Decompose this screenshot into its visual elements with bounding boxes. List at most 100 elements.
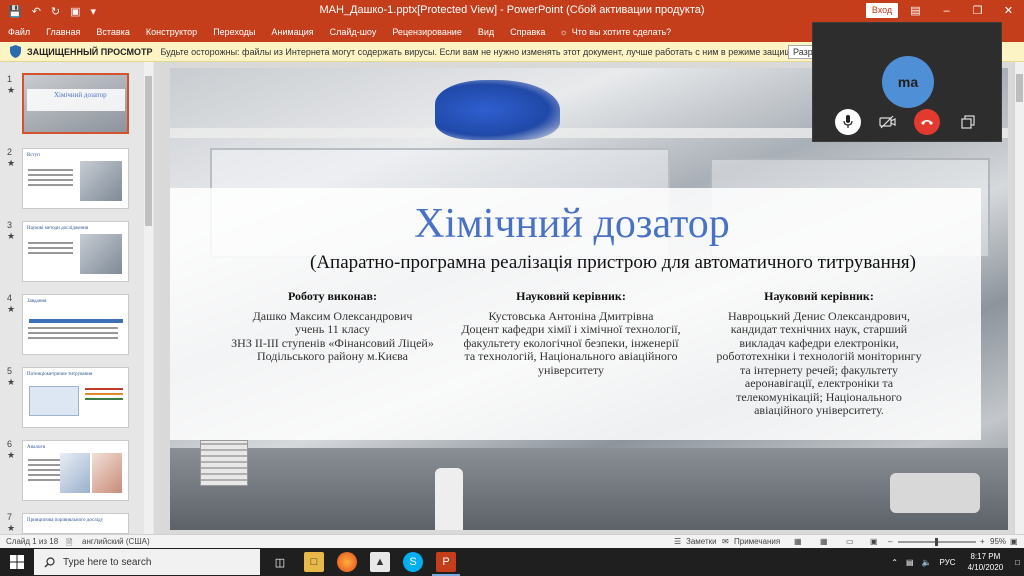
slide-thumbnail-7[interactable]: Принципова порівняльного досліду <box>22 513 129 534</box>
slide-title: Хімічний дозатор <box>414 201 730 247</box>
slide-thumbnail-6[interactable]: Аналоги <box>22 440 129 501</box>
lightbulb-icon: ☼ <box>559 27 568 37</box>
thumb-title: Наукові методи дослідження <box>27 226 89 231</box>
language-indicator[interactable]: английский (США) <box>82 537 150 546</box>
lab-photo-equipment <box>890 473 980 513</box>
slide-thumbnail-2[interactable]: Вступ <box>22 148 129 209</box>
thumb-number: 3 <box>7 220 13 230</box>
slide-sorter-icon[interactable]: ▦ <box>820 537 828 546</box>
title-bar: 💾 ↶ ↻ ▣ ▾ МАН_Дашко-1.pptx[Protected Vie… <box>0 0 1024 22</box>
zoom-level[interactable]: 95% <box>990 537 1006 546</box>
tell-me-search[interactable]: ☼ Что вы хотите сделать? <box>553 27 671 37</box>
firefox-icon[interactable] <box>337 552 357 572</box>
supervisor-line: телекомунікацій; Національного <box>736 389 902 404</box>
author-block: Роботу виконав: Дашко Максим Олександров… <box>225 289 440 364</box>
tab-design[interactable]: Конструктор <box>138 22 205 42</box>
share-screen-button[interactable] <box>955 109 981 135</box>
signin-button[interactable]: Вход <box>866 3 898 18</box>
animation-star-icon: ★ <box>7 158 16 168</box>
slide-thumbnail-4[interactable]: Завдання <box>22 294 129 355</box>
tab-transitions[interactable]: Переходы <box>205 22 263 42</box>
microphone-button[interactable] <box>835 109 861 135</box>
author-line: учень 11 класу <box>294 322 371 336</box>
fit-slide-icon[interactable]: ▣ <box>1010 537 1018 546</box>
avatar: ma <box>882 56 934 108</box>
slideshow-view-icon[interactable]: ▣ <box>870 537 878 546</box>
author-line: Дашко Максим Олександрович <box>252 308 413 323</box>
slide-scrollbar[interactable] <box>1014 62 1024 534</box>
start-slideshow-icon[interactable]: ▣ <box>70 5 80 18</box>
save-icon[interactable]: 💾 <box>8 5 22 18</box>
slide-thumbnail-1[interactable]: Хімічний дозатор <box>22 73 129 134</box>
tab-review[interactable]: Рецензирование <box>384 22 470 42</box>
thumb-title: Аналоги <box>27 445 46 450</box>
file-explorer-icon[interactable]: □ <box>304 552 324 572</box>
slide-subtitle: (Апаратно-програмна реалізація пристрою … <box>310 252 916 273</box>
thumb-title: Вступ <box>27 153 40 158</box>
slide-thumbnail-3[interactable]: Наукові методи дослідження <box>22 221 129 282</box>
powerpoint-icon[interactable]: P <box>436 552 456 572</box>
notes-button[interactable]: Заметки <box>686 537 717 546</box>
slide-thumbnail-5[interactable]: Потенціометричне титрування <box>22 367 129 428</box>
supervisor-line: Доцент кафедри хімії і хімічної технолог… <box>461 322 681 336</box>
supervisor-line: Навроцький Денис Олександрович, <box>727 308 910 323</box>
author-line: Подільського району м.Києва <box>256 349 409 363</box>
protected-view-title: ЗАЩИЩЕННЫЙ ПРОСМОТР <box>27 46 153 57</box>
lab-photo-counter <box>170 448 1008 530</box>
ribbon-display-icon[interactable]: ▤ <box>900 0 931 22</box>
normal-view-icon[interactable]: ▦ <box>794 537 802 546</box>
animation-star-icon: ★ <box>7 304 16 314</box>
undo-icon[interactable]: ↶ <box>32 5 41 18</box>
zoom-in-icon[interactable]: + <box>980 537 985 546</box>
close-button[interactable]: ✕ <box>993 0 1024 22</box>
zoom-out-icon[interactable]: – <box>888 537 892 546</box>
keyboard-language[interactable]: РУС <box>936 558 960 567</box>
notes-icon: ☰ <box>674 537 682 546</box>
thumb-title: Хімічний дозатор <box>54 91 107 99</box>
camera-off-button[interactable] <box>875 109 901 135</box>
end-call-button[interactable] <box>914 109 940 135</box>
supervisor-line: та інтернету речей; факультету <box>740 362 898 377</box>
skype-icon[interactable]: S <box>403 552 423 572</box>
status-bar: Слайд 1 из 18 🗎 английский (США) ☰ Замет… <box>0 534 1024 548</box>
tab-file[interactable]: Файл <box>0 22 38 42</box>
hang-up-icon <box>921 120 933 125</box>
network-icon[interactable]: ▤ <box>902 558 918 567</box>
thumb-number: 4 <box>7 293 13 303</box>
quick-access-toolbar: 💾 ↶ ↻ ▣ ▾ <box>0 5 150 18</box>
zoom-slider-handle[interactable] <box>935 538 938 546</box>
volume-icon[interactable]: 🔈 <box>918 558 936 567</box>
supervisor-heading: Науковий керівник: <box>516 289 626 303</box>
supervisor-block-2: Науковий керівник: Навроцький Денис Олек… <box>703 289 935 418</box>
customize-qa-icon[interactable]: ▾ <box>91 5 97 18</box>
redo-icon[interactable]: ↻ <box>51 5 60 18</box>
taskbar-search[interactable]: Type here to search <box>34 549 260 575</box>
thumbnail-scrollbar[interactable] <box>144 62 153 534</box>
tell-me-label: Что вы хотите сделать? <box>571 27 672 37</box>
tab-insert[interactable]: Вставка <box>88 22 137 42</box>
video-call-window[interactable]: ma <box>812 22 1002 142</box>
thumb-number: 6 <box>7 439 13 449</box>
photos-icon[interactable]: ▲ <box>370 552 390 572</box>
minimize-button[interactable]: – <box>931 0 962 22</box>
tab-home[interactable]: Главная <box>38 22 88 42</box>
chevron-up-icon[interactable]: ⌃ <box>887 558 902 567</box>
tab-animations[interactable]: Анимация <box>263 22 321 42</box>
tab-view[interactable]: Вид <box>470 22 502 42</box>
tab-help[interactable]: Справка <box>502 22 553 42</box>
slide-counter: Слайд 1 из 18 <box>6 537 59 546</box>
task-view-icon[interactable]: ◫ <box>270 552 290 572</box>
reading-view-icon[interactable]: ▭ <box>846 537 854 546</box>
supervisor-line: університету <box>537 362 605 377</box>
supervisor-line: факультету екологічної безпеки, інженері… <box>463 335 679 350</box>
clock[interactable]: 8:17 PM 4/10/2020 <box>960 551 1012 573</box>
maximize-button[interactable]: ❐ <box>962 0 993 22</box>
thumb-title: Принципова порівняльного досліду <box>27 518 104 523</box>
lab-photo-glove <box>435 80 560 140</box>
notifications-icon[interactable]: □ <box>1011 558 1024 567</box>
thumb-number: 5 <box>7 366 13 376</box>
protected-view-message: Будьте осторожны: файлы из Интернета мог… <box>160 46 870 57</box>
tab-slideshow[interactable]: Слайд-шоу <box>322 22 385 42</box>
comments-button[interactable]: Примечания <box>734 537 780 546</box>
start-button[interactable] <box>0 548 34 576</box>
